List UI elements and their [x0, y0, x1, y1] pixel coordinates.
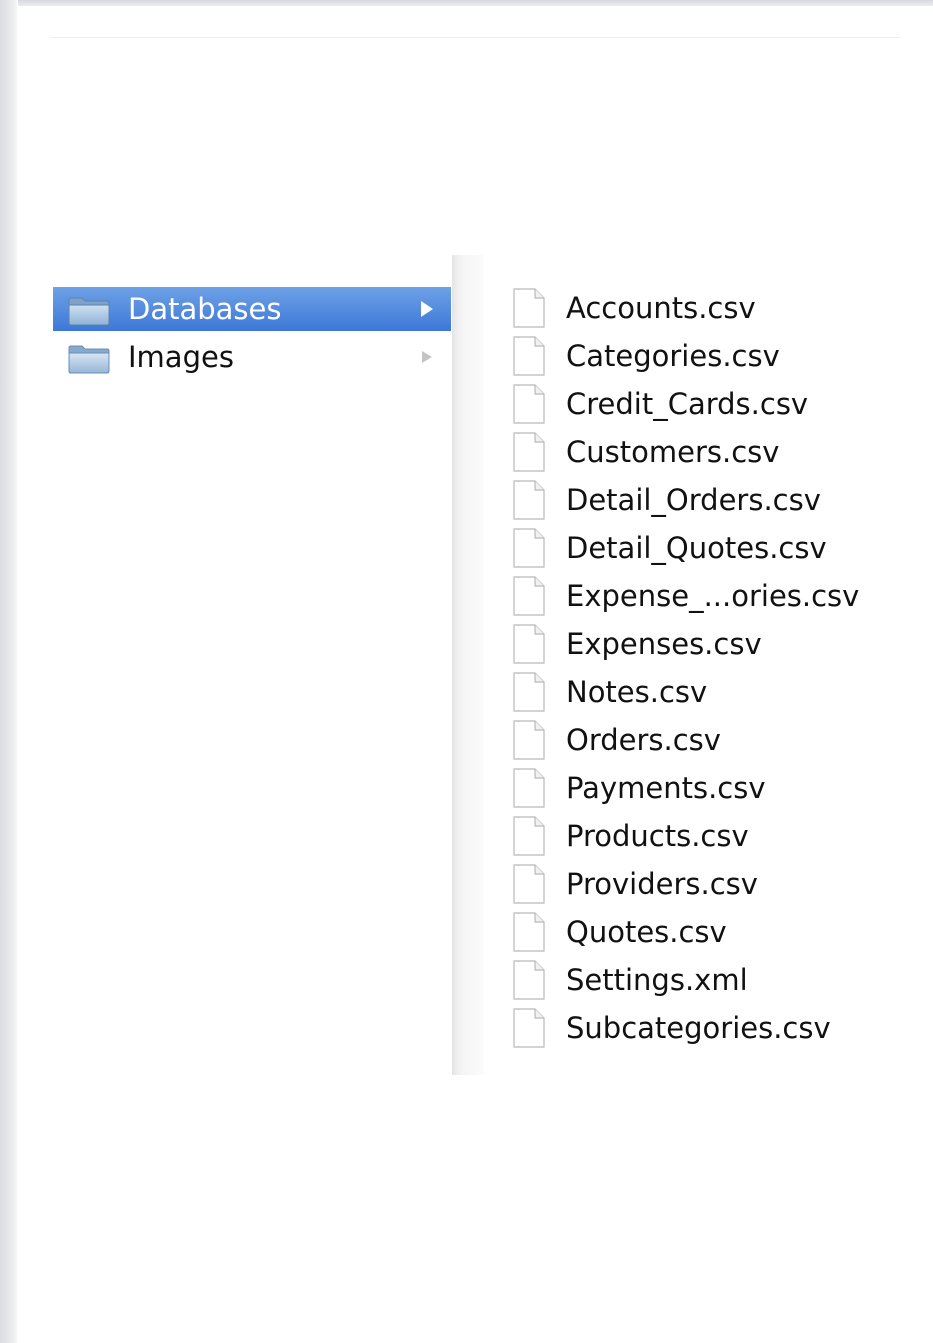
file-label: Expense_...ories.csv: [566, 579, 860, 613]
file-item[interactable]: Customers.csv: [512, 429, 892, 477]
file-item[interactable]: Credit_Cards.csv: [512, 381, 892, 429]
window-top-edge: [0, 0, 933, 6]
document-icon: [513, 576, 545, 616]
folder-item-images[interactable]: Images: [53, 335, 451, 379]
document-icon: [513, 960, 545, 1000]
file-label: Categories.csv: [566, 339, 780, 373]
folder-column[interactable]: Databases Images: [50, 255, 452, 1075]
document-icon: [513, 528, 545, 568]
document-icon: [513, 672, 545, 712]
column-browser: Databases Images Accounts.csv Categories…: [50, 255, 900, 1075]
file-label: Notes.csv: [566, 675, 708, 709]
folder-icon: [68, 297, 110, 326]
header-divider: [50, 37, 900, 38]
disclosure-triangle-icon[interactable]: [419, 299, 435, 319]
file-label: Detail_Orders.csv: [566, 483, 821, 517]
folder-label: Images: [128, 340, 234, 374]
document-icon: [513, 1008, 545, 1048]
file-label: Providers.csv: [566, 867, 758, 901]
document-icon: [513, 336, 545, 376]
file-label: Expenses.csv: [566, 627, 762, 661]
document-icon: [513, 384, 545, 424]
file-label: Payments.csv: [566, 771, 766, 805]
file-item[interactable]: Expenses.csv: [512, 621, 892, 669]
document-icon: [513, 864, 545, 904]
column-resize-handle[interactable]: [452, 255, 484, 1075]
document-icon: [513, 432, 545, 472]
file-label: Detail_Quotes.csv: [566, 531, 827, 565]
file-item[interactable]: Detail_Orders.csv: [512, 477, 892, 525]
file-label: Subcategories.csv: [566, 1011, 831, 1045]
document-icon: [513, 288, 545, 328]
file-item[interactable]: Notes.csv: [512, 669, 892, 717]
file-item[interactable]: Categories.csv: [512, 333, 892, 381]
file-label: Credit_Cards.csv: [566, 387, 809, 421]
file-column[interactable]: Accounts.csv Categories.csv Credit_Cards…: [484, 255, 900, 1075]
file-item[interactable]: Orders.csv: [512, 717, 892, 765]
file-item[interactable]: Expense_...ories.csv: [512, 573, 892, 621]
file-label: Orders.csv: [566, 723, 721, 757]
file-item[interactable]: Quotes.csv: [512, 909, 892, 957]
document-icon: [513, 816, 545, 856]
file-label: Accounts.csv: [566, 291, 756, 325]
file-item[interactable]: Settings.xml: [512, 957, 892, 1005]
document-icon: [513, 768, 545, 808]
file-item[interactable]: Accounts.csv: [512, 285, 892, 333]
file-item[interactable]: Subcategories.csv: [512, 1005, 892, 1053]
file-item[interactable]: Payments.csv: [512, 765, 892, 813]
window-left-edge: [0, 0, 18, 1343]
folder-item-databases[interactable]: Databases: [53, 287, 451, 331]
document-icon: [513, 480, 545, 520]
document-icon: [513, 624, 545, 664]
file-item[interactable]: Providers.csv: [512, 861, 892, 909]
file-label: Customers.csv: [566, 435, 780, 469]
file-label: Quotes.csv: [566, 915, 727, 949]
file-label: Settings.xml: [566, 963, 748, 997]
file-label: Products.csv: [566, 819, 749, 853]
folder-icon: [68, 345, 110, 374]
file-item[interactable]: Detail_Quotes.csv: [512, 525, 892, 573]
document-icon: [513, 912, 545, 952]
folder-label: Databases: [128, 292, 282, 326]
file-item[interactable]: Products.csv: [512, 813, 892, 861]
document-icon: [513, 720, 545, 760]
disclosure-triangle-icon[interactable]: [419, 347, 435, 367]
